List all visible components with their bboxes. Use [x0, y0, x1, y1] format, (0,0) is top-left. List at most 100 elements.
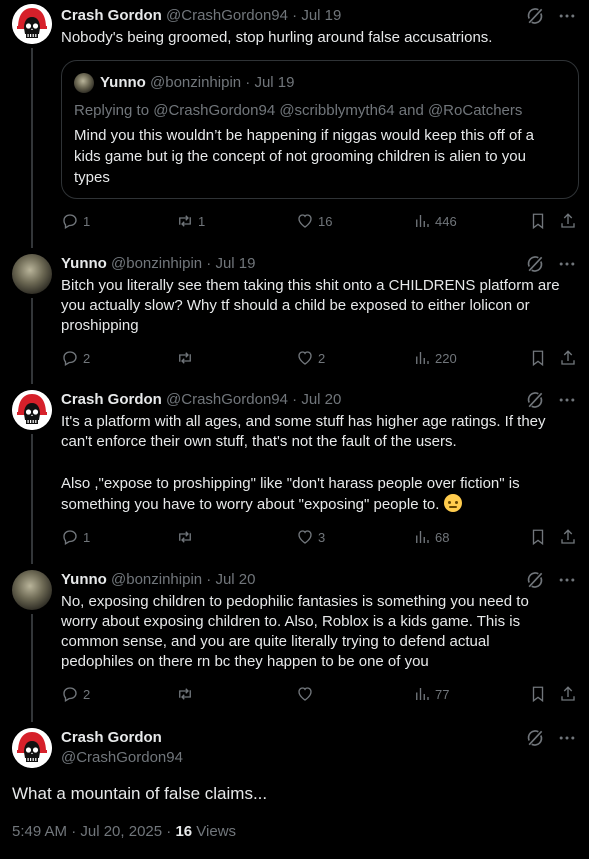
views-icon	[413, 212, 431, 230]
bookmark-icon	[529, 212, 547, 230]
author-handle[interactable]: @CrashGordon94	[61, 749, 183, 766]
quote-text: Mind you this wouldn’t be happening if n…	[74, 127, 535, 186]
timestamp[interactable]: 5:49 AM · Jul 20, 2025 ·	[12, 823, 175, 840]
more-icon[interactable]	[557, 570, 577, 590]
tweet-text: Nobody's being groomed, stop hurling aro…	[61, 29, 493, 46]
grok-icon[interactable]	[525, 570, 545, 590]
share-button[interactable]	[559, 684, 577, 704]
share-icon	[559, 685, 577, 703]
like-icon	[296, 685, 314, 703]
thread-line	[31, 298, 33, 384]
tweet-header: Yunno @bonzinhipin · Jul 20	[61, 570, 256, 590]
author-name[interactable]: Crash Gordon	[61, 7, 162, 24]
tweet-date[interactable]: · Jul 19	[206, 255, 255, 272]
repost-button[interactable]: 1	[176, 211, 205, 231]
tweet-date[interactable]: · Jul 20	[292, 391, 341, 408]
share-icon	[559, 349, 577, 367]
bookmark-button[interactable]	[529, 348, 547, 368]
repost-icon	[176, 349, 194, 367]
tweet-2[interactable]: Yunno @bonzinhipin · Jul 19 Bitch you li…	[0, 248, 589, 384]
share-button[interactable]	[559, 211, 577, 231]
main-tweet-text: What a mountain of false claims...	[12, 784, 268, 803]
reply-count: 1	[83, 213, 91, 229]
more-icon[interactable]	[557, 728, 577, 748]
views-button[interactable]: 68	[413, 527, 449, 547]
repost-count: 1	[198, 213, 206, 229]
author-handle[interactable]: @bonzinhipin	[111, 255, 202, 272]
tweet-actions: 2 77	[61, 684, 577, 704]
like-icon	[296, 349, 314, 367]
tweet-date[interactable]: · Jul 20	[206, 571, 255, 588]
reply-count: 1	[83, 529, 91, 545]
yunno-avatar[interactable]	[12, 254, 52, 294]
reply-icon	[61, 212, 79, 230]
quote-author-handle: @bonzinhipin	[150, 74, 242, 91]
like-button[interactable]: 2	[296, 348, 325, 368]
reply-button[interactable]: 1	[61, 211, 90, 231]
reply-button[interactable]: 1	[61, 527, 90, 547]
main-author-name-row: Crash Gordon	[61, 728, 162, 748]
bookmark-icon	[529, 349, 547, 367]
quote-author-name: Yunno	[100, 74, 146, 91]
bookmark-icon	[529, 685, 547, 703]
author-name[interactable]: Yunno	[61, 571, 107, 588]
quote-date: · Jul 19	[245, 74, 295, 91]
repost-button[interactable]	[176, 684, 198, 704]
share-button[interactable]	[559, 348, 577, 368]
tweet-1[interactable]: Crash Gordon @CrashGordon94 · Jul 19 Nob…	[0, 0, 589, 248]
repost-icon	[176, 685, 194, 703]
tweet-4[interactable]: Yunno @bonzinhipin · Jul 20 No, exposing…	[0, 564, 589, 722]
author-name[interactable]: Crash Gordon	[61, 729, 162, 746]
share-icon	[559, 528, 577, 546]
views-button[interactable]: 220	[413, 348, 457, 368]
author-handle[interactable]: @CrashGordon94	[166, 391, 288, 408]
reply-button[interactable]: 2	[61, 684, 90, 704]
bookmark-button[interactable]	[529, 684, 547, 704]
reply-button[interactable]: 2	[61, 348, 90, 368]
views-button[interactable]: 446	[413, 211, 457, 231]
more-icon[interactable]	[557, 6, 577, 26]
reply-icon	[61, 528, 79, 546]
grok-icon[interactable]	[525, 728, 545, 748]
views-count: 16	[175, 823, 193, 840]
views-icon	[413, 349, 431, 367]
thread-line	[31, 614, 33, 722]
tweet-3[interactable]: Crash Gordon @CrashGordon94 · Jul 20 It'…	[0, 384, 589, 564]
crash-skull-avatar[interactable]	[12, 390, 52, 430]
like-button[interactable]: 3	[296, 527, 325, 547]
tweet-header: Yunno @bonzinhipin · Jul 19	[61, 254, 256, 274]
more-icon[interactable]	[557, 254, 577, 274]
tweet-top-icons	[525, 6, 577, 26]
grok-icon[interactable]	[525, 390, 545, 410]
like-button[interactable]: 16	[296, 211, 332, 231]
grok-icon[interactable]	[525, 6, 545, 26]
reply-icon	[61, 685, 79, 703]
share-icon	[559, 212, 577, 230]
like-button[interactable]	[296, 684, 318, 704]
crash-skull-avatar[interactable]	[12, 4, 52, 44]
bookmark-button[interactable]	[529, 211, 547, 231]
quoted-tweet[interactable]: Yunno @bonzinhipin · Jul 19 Replying to …	[61, 60, 579, 199]
tweet-text: No, exposing children to pedophilic fant…	[61, 593, 529, 670]
tweet-date[interactable]: · Jul 19	[292, 7, 341, 24]
views-button[interactable]: 77	[413, 684, 449, 704]
repost-button[interactable]	[176, 527, 198, 547]
grok-icon[interactable]	[525, 254, 545, 274]
views-icon	[413, 528, 431, 546]
more-icon[interactable]	[557, 390, 577, 410]
author-name[interactable]: Crash Gordon	[61, 391, 162, 408]
like-count: 2	[318, 350, 326, 366]
repost-button[interactable]	[176, 348, 198, 368]
bookmark-button[interactable]	[529, 527, 547, 547]
bookmark-icon	[529, 528, 547, 546]
author-handle[interactable]: @bonzinhipin	[111, 571, 202, 588]
crash-skull-avatar[interactable]	[12, 728, 52, 768]
yunno-avatar[interactable]	[12, 570, 52, 610]
share-button[interactable]	[559, 527, 577, 547]
yunno-avatar	[74, 73, 94, 93]
views-count: 446	[435, 213, 457, 229]
tweet-actions: 2 2 220	[61, 348, 577, 368]
author-handle[interactable]: @CrashGordon94	[166, 7, 288, 24]
repost-icon	[176, 528, 194, 546]
author-name[interactable]: Yunno	[61, 255, 107, 272]
